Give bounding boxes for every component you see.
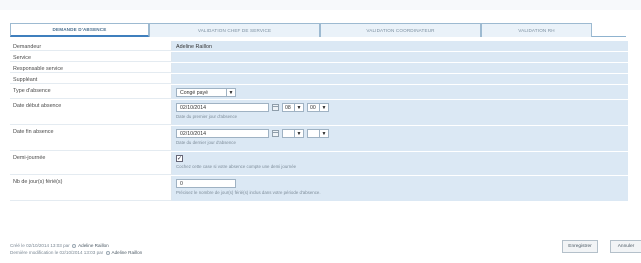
service-label: Service — [10, 52, 172, 62]
modified-prefix: Dernière modification le 02/10/2014 13:0… — [10, 250, 104, 256]
chevron-down-icon[interactable]: ▼ — [319, 104, 328, 111]
demi-journee-hint: Cochez cette case si votre absence compt… — [176, 164, 297, 169]
demi-journee-checkbox[interactable]: ✓ — [176, 155, 183, 162]
date-fin-label: Date fin absence — [10, 126, 172, 151]
calendar-icon[interactable] — [272, 130, 279, 137]
service-value — [172, 52, 628, 62]
nb-jours-cell: 0 Précisez le nombre de jour(s) férié(s)… — [172, 176, 628, 201]
date-fin-hint: Date du dernier jour d'absence — [176, 140, 236, 145]
modified-by[interactable]: Adeline Raillon — [112, 250, 143, 255]
form-row-date-fin: Date fin absence 02/10/2014 ▼ ▼ Date du … — [10, 126, 628, 152]
tab-demande-absence[interactable]: DEMANDE D'ABSENCE — [10, 23, 149, 37]
date-debut-cell: 02/10/2014 08 ▼ 00 ▼ Date du premier jou… — [172, 100, 628, 125]
date-debut-minute-select[interactable]: 00 ▼ — [307, 103, 329, 112]
tab-validation-rh[interactable]: VALIDATION RH — [481, 23, 592, 37]
calendar-icon[interactable] — [272, 104, 279, 111]
demi-journee-cell: ✓ Cochez cette case si votre absence com… — [172, 152, 628, 175]
cancel-button[interactable]: Annuler — [610, 240, 641, 253]
form-row-responsable: Responsable service — [10, 63, 628, 74]
date-fin-hour-select[interactable]: ▼ — [282, 129, 304, 138]
type-absence-select[interactable]: Congé payé ▼ — [176, 88, 236, 97]
date-fin-cell: 02/10/2014 ▼ ▼ Date du dernier jour d'ab… — [172, 126, 628, 151]
user-icon — [72, 243, 77, 248]
created-by[interactable]: Adeline Raillon — [78, 243, 109, 248]
date-debut-hint: Date du premier jour d'absence — [176, 114, 238, 119]
chevron-down-icon[interactable]: ▼ — [294, 130, 303, 137]
form-row-service: Service — [10, 52, 628, 63]
chevron-down-icon[interactable]: ▼ — [226, 89, 235, 96]
demi-journee-label: Demi-journée — [10, 152, 172, 175]
form-row-demi-journee: Demi-journée ✓ Cochez cette case si votr… — [10, 152, 628, 176]
date-debut-label: Date début absence — [10, 100, 172, 125]
demandeur-label: Demandeur — [10, 41, 172, 51]
chevron-down-icon[interactable]: ▼ — [294, 104, 303, 111]
date-debut-input[interactable]: 02/10/2014 — [176, 103, 269, 112]
top-strip — [0, 0, 641, 10]
date-debut-minute: 00 — [310, 104, 316, 111]
save-button[interactable]: Enregistrer — [562, 240, 598, 253]
date-debut-hour-select[interactable]: 08 ▼ — [282, 103, 304, 112]
chevron-down-icon[interactable]: ▼ — [319, 130, 328, 137]
tab-validation-coordinateur[interactable]: VALIDATION COORDINATEUR — [320, 23, 481, 37]
suppleant-value — [172, 74, 628, 84]
form-row-demandeur: Demandeur Adeline Raillon — [10, 41, 628, 52]
type-absence-label: Type d'absence — [10, 85, 172, 99]
modified-line: Dernière modification le 02/10/2014 13:0… — [10, 249, 142, 256]
date-debut-hour: 08 — [285, 104, 291, 111]
responsable-value — [172, 63, 628, 73]
tab-spacer — [592, 23, 626, 36]
form-row-suppleant: Suppléant — [10, 74, 628, 85]
tab-validation-chef-service[interactable]: VALIDATION CHEF DE SERVICE — [149, 23, 320, 37]
audit-footer: Créé le 02/10/2014 13:03 par Adeline Rai… — [10, 242, 142, 256]
created-line: Créé le 02/10/2014 13:03 par Adeline Rai… — [10, 242, 142, 249]
type-absence-selected: Congé payé — [180, 89, 208, 96]
absence-form: Demandeur Adeline Raillon Service Respon… — [10, 41, 628, 202]
form-row-date-debut: Date début absence 02/10/2014 08 ▼ 00 ▼ … — [10, 100, 628, 126]
nb-jours-hint: Précisez le nombre de jour(s) férié(s) i… — [176, 190, 321, 195]
user-icon — [105, 250, 110, 255]
suppleant-label: Suppléant — [10, 74, 172, 84]
type-absence-cell: Congé payé ▼ — [172, 85, 628, 99]
nb-jours-input[interactable]: 0 — [176, 179, 236, 188]
form-row-nb-jours: Nb de jour(s) férié(s) 0 Précisez le nom… — [10, 176, 628, 202]
form-row-type-absence: Type d'absence Congé payé ▼ — [10, 85, 628, 100]
responsable-label: Responsable service — [10, 63, 172, 73]
demandeur-value: Adeline Raillon — [172, 41, 628, 51]
nb-jours-label: Nb de jour(s) férié(s) — [10, 176, 172, 201]
date-fin-input[interactable]: 02/10/2014 — [176, 129, 269, 138]
created-prefix: Créé le 02/10/2014 13:03 par — [10, 243, 70, 248]
tab-bar: DEMANDE D'ABSENCE VALIDATION CHEF DE SER… — [10, 23, 626, 37]
date-fin-minute-select[interactable]: ▼ — [307, 129, 329, 138]
